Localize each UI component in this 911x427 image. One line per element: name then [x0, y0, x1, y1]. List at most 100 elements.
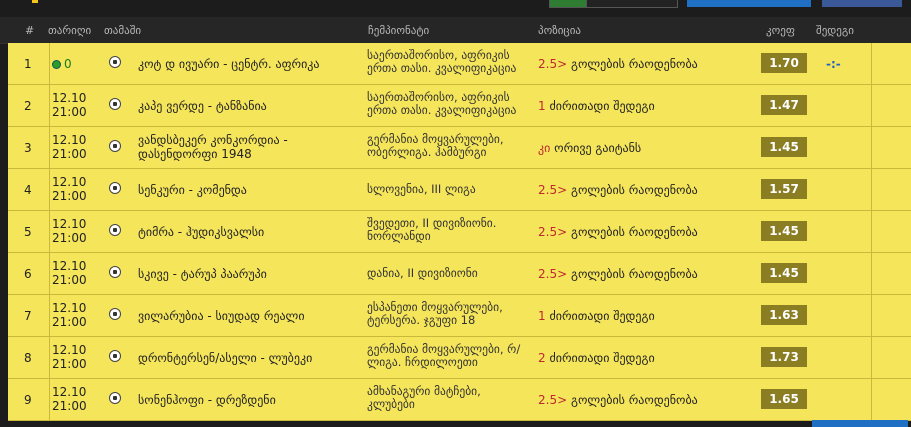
logo-fragment [32, 0, 38, 3]
championship-name: დანია, II დივიზიონი [367, 266, 478, 280]
football-icon [109, 308, 121, 320]
position-value: 1 [538, 309, 546, 323]
position-label: გოლების რაოდენობა [570, 267, 698, 281]
match-datetime: 12.10 21:00 [52, 133, 87, 161]
live-indicator: 0 [52, 57, 72, 71]
bet-position: 2 ძირითადი შედეგი [538, 351, 655, 365]
table-row[interactable]: 9 12.10 21:00 სონენჰოფი - დრეზდენი ამხანაგურ… [8, 379, 911, 421]
toolbar-facebook-button[interactable] [822, 0, 902, 7]
row-number: 7 [24, 309, 32, 323]
odd-button[interactable]: 1.73 [761, 347, 807, 367]
match-name[interactable]: ვილარუბია - სიუდად რეალი [138, 309, 363, 323]
match-name[interactable]: დრონტერსენ/ასელი - ლუბეკი [138, 351, 363, 365]
table-row[interactable]: 1 0 კოტ დ ივუარი - ცენტრ. აფრიკა საერთაშორი… [8, 43, 911, 85]
odd-button[interactable]: 1.45 [761, 263, 807, 283]
header-num: # [25, 24, 35, 37]
position-label: გოლების რაოდენობა [570, 183, 698, 197]
odd-button[interactable]: 1.70 [761, 53, 807, 73]
position-value: 2.5> [538, 225, 568, 239]
header-odd: კოეფ [766, 24, 795, 37]
toolbar-green-button[interactable] [549, 0, 587, 8]
header-date: თარიღი [48, 24, 92, 37]
position-value: კი [538, 141, 551, 155]
row-number: 2 [24, 99, 32, 113]
match-time: 21:00 [52, 399, 87, 413]
match-datetime: 12.10 21:00 [52, 301, 87, 329]
bet-position: 1 ძირითადი შედეგი [538, 99, 655, 113]
championship-name: გერმანია მოყვარულები, ობერლიგა. ჰამბურგი [367, 132, 504, 159]
live-score: 0 [64, 57, 72, 71]
match-date: 12.10 [52, 343, 87, 357]
match-datetime: 12.10 21:00 [52, 175, 87, 203]
championship-name: ამხანაგური მატჩები, კლუბები [367, 384, 481, 411]
football-icon [109, 224, 121, 236]
match-time: 21:00 [52, 273, 87, 287]
match-name[interactable]: სკივე - ტარუპ პაარუპი [138, 267, 363, 281]
column-divider [871, 295, 872, 336]
table-row[interactable]: 7 12.10 21:00 ვილარუბია - სიუდად რეალი ესპან… [8, 295, 911, 337]
live-dot-icon [52, 59, 61, 69]
table-row[interactable]: 8 12.10 21:00 დრონტერსენ/ასელი - ლუბეკი გერმ… [8, 337, 911, 379]
header-championship: ჩემპიონატი [368, 24, 430, 37]
toolbar-blue-button[interactable] [687, 0, 811, 7]
header-game: თამაში [104, 24, 142, 37]
odd-button[interactable]: 1.45 [761, 137, 807, 157]
odd-button[interactable]: 1.45 [761, 221, 807, 241]
match-name[interactable]: ვანდსბეკერ კონკორდია - დასენდორფი 1948 [138, 133, 363, 161]
position-label: ორივე გაიტანს [554, 141, 642, 155]
odd-button[interactable]: 1.47 [761, 95, 807, 115]
column-divider [49, 85, 50, 126]
odd-button[interactable]: 1.57 [761, 179, 807, 199]
football-icon [109, 56, 121, 68]
row-number: 6 [24, 267, 32, 281]
football-icon [109, 350, 121, 362]
row-number: 9 [24, 393, 32, 407]
position-label: გოლების რაოდენობა [570, 393, 698, 407]
football-icon [109, 140, 121, 152]
championship-name: ესპანეთი მოყვარულები, ტერსერა. ჯგუფი 18 [367, 300, 503, 327]
match-name[interactable]: კაპე ვერდე - ტანზანია [138, 99, 363, 113]
column-divider [871, 253, 872, 294]
match-date: 12.10 [52, 133, 87, 147]
match-time: 21:00 [52, 105, 87, 119]
top-toolbar [0, 0, 911, 16]
position-value: 2.5> [538, 57, 568, 71]
football-icon [109, 182, 121, 194]
column-divider [49, 295, 50, 336]
odd-button[interactable]: 1.63 [761, 305, 807, 325]
bet-position: 2.5> გოლების რაოდენობა [538, 393, 698, 407]
row-number: 4 [24, 183, 32, 197]
match-name[interactable]: კოტ დ ივუარი - ცენტრ. აფრიკა [138, 57, 363, 71]
toolbar-dark-button[interactable] [586, 0, 678, 8]
position-value: 2.5> [538, 267, 568, 281]
match-date: 12.10 [52, 91, 87, 105]
bottom-blue-button[interactable] [812, 420, 908, 427]
table-row[interactable]: 4 12.10 21:00 სენკური - კომენდა სლოვენია, II… [8, 169, 911, 211]
odd-button[interactable]: 1.65 [761, 389, 807, 409]
match-datetime: 12.10 21:00 [52, 91, 87, 119]
column-divider [49, 211, 50, 252]
bet-position: კი ორივე გაიტანს [538, 141, 641, 155]
column-divider [871, 43, 872, 84]
match-date: 12.10 [52, 301, 87, 315]
match-date: 12.10 [52, 259, 87, 273]
header-position: პოზიცია [538, 24, 581, 37]
match-datetime: 12.10 21:00 [52, 385, 87, 413]
column-divider [871, 169, 872, 210]
table-row[interactable]: 6 12.10 21:00 სკივე - ტარუპ პაარუპი დანია, I… [8, 253, 911, 295]
bet-position: 2.5> გოლების რაოდენობა [538, 267, 698, 281]
table-row[interactable]: 3 12.10 21:00 ვანდსბეკერ კონკორდია - დასენდ… [8, 127, 911, 169]
table-row[interactable]: 2 12.10 21:00 კაპე ვერდე - ტანზანია საერთაშო… [8, 85, 911, 127]
position-label: ძირითადი შედეგი [549, 99, 655, 113]
championship-name: საერთაშორისო, აფრიკის ერთა თასი. კვალიფი… [367, 48, 517, 75]
result-score: -:- [826, 57, 841, 71]
match-name[interactable]: სონენჰოფი - დრეზდენი [138, 393, 363, 407]
football-icon [109, 266, 121, 278]
match-name[interactable]: სენკური - კომენდა [138, 183, 363, 197]
position-label: ძირითადი შედეგი [549, 309, 655, 323]
match-date: 12.10 [52, 385, 87, 399]
match-time: 21:00 [52, 315, 87, 329]
bet-position: 2.5> გოლების რაოდენობა [538, 57, 698, 71]
table-row[interactable]: 5 12.10 21:00 ტიმრა - ჰუდიკსვალსი შვედეთი, I… [8, 211, 911, 253]
match-name[interactable]: ტიმრა - ჰუდიკსვალსი [138, 225, 363, 239]
